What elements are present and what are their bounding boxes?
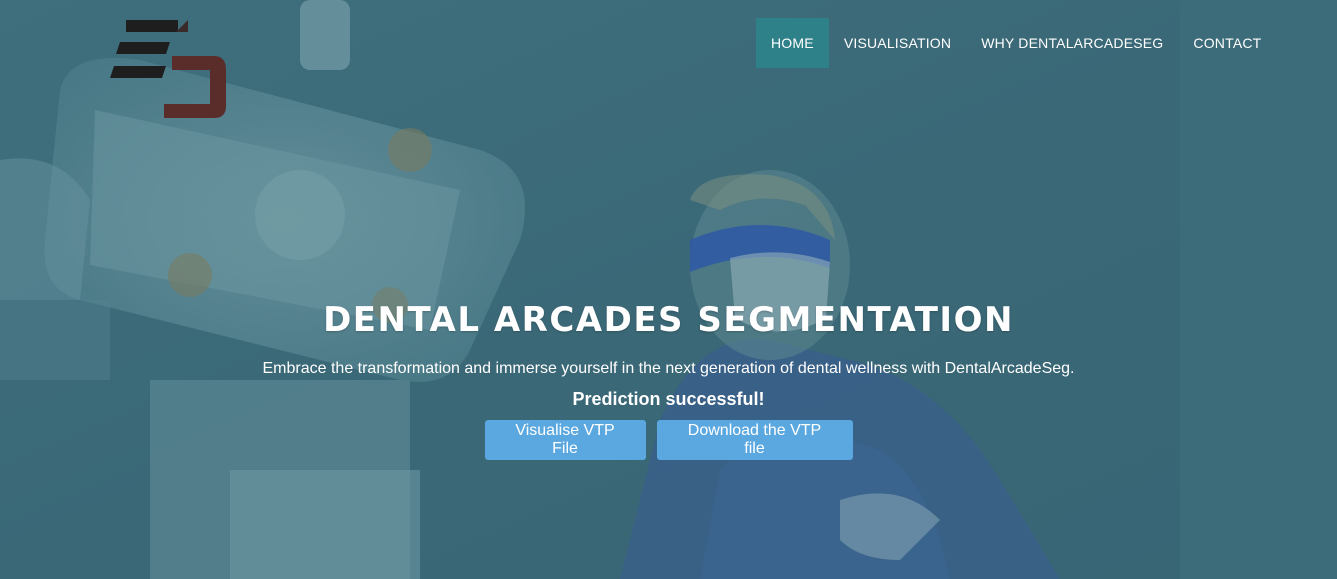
nav-item-home[interactable]: HOME: [756, 18, 829, 68]
main-navigation: HOME VISUALISATION WHY DENTALARCADESEG C…: [756, 18, 1276, 68]
hero-content: DENTAL ARCADES SEGMENTATION Embrace the …: [0, 296, 1337, 460]
nav-item-contact[interactable]: CONTACT: [1178, 18, 1276, 68]
download-vtp-button[interactable]: Download the VTP file: [656, 420, 853, 460]
action-buttons: Visualise VTP File Download the VTP file: [0, 420, 1337, 460]
prediction-status-message: Prediction successful!: [572, 389, 765, 409]
nav-item-why-dentalarcadeseg[interactable]: WHY DENTALARCADESEG: [966, 18, 1178, 68]
hero-title: DENTAL ARCADES SEGMENTATION: [323, 300, 1014, 340]
nav-item-visualisation[interactable]: VISUALISATION: [829, 18, 966, 68]
dental-arcade-seg-logo-icon[interactable]: [110, 18, 230, 122]
hero-subtitle: Embrace the transformation and immerse y…: [262, 360, 1075, 377]
visualise-vtp-button[interactable]: Visualise VTP File: [484, 420, 646, 460]
hero-section: HOME VISUALISATION WHY DENTALARCADESEG C…: [0, 0, 1337, 579]
